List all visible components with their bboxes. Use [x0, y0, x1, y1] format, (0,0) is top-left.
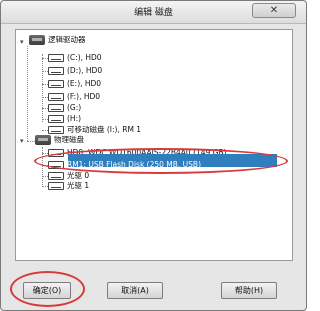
tree-group-label: 物理磁盘	[54, 135, 84, 144]
hard-drive-icon	[48, 67, 64, 75]
tree-group-logical-drives[interactable]: 逻辑驱动器	[29, 34, 86, 46]
ok-button[interactable]: 确定(O)	[23, 282, 71, 299]
hard-drive-icon	[48, 80, 64, 88]
edit-disk-dialog: 编辑 磁盘 ✕ ▾ 逻辑驱动器 (C:), HD0 (D:), HD0 (E:)…	[0, 0, 307, 311]
tree-group-physical-disks[interactable]: 物理磁盘	[35, 134, 84, 146]
tree-item-drive-d[interactable]: (D:), HD0	[48, 65, 102, 77]
optical-drive-icon	[48, 115, 64, 123]
removable-disk-icon	[48, 126, 64, 134]
tree-item-optical-drive-1[interactable]: 光驱 1	[48, 180, 89, 192]
cancel-button[interactable]: 取消(A)	[107, 282, 163, 299]
usb-disk-icon	[48, 161, 64, 169]
tree-item-drive-e[interactable]: (E:), HD0	[48, 78, 101, 90]
help-button[interactable]: 帮助(H)	[221, 282, 277, 299]
collapse-icon[interactable]: ▾	[20, 138, 27, 145]
disk-tree-panel[interactable]: ▾ 逻辑驱动器 (C:), HD0 (D:), HD0 (E:), HD0 (F…	[15, 29, 293, 261]
physical-disks-icon	[35, 135, 51, 145]
hard-disk-icon	[48, 149, 64, 157]
title-bar: 编辑 磁盘 ✕	[1, 1, 306, 24]
close-button[interactable]: ✕	[252, 3, 296, 18]
tree-group-label: 逻辑驱动器	[48, 35, 86, 44]
hard-drive-icon	[48, 54, 64, 62]
close-icon: ✕	[269, 5, 279, 16]
hard-drive-icon	[48, 93, 64, 101]
optical-drive-icon	[48, 182, 64, 190]
collapse-icon[interactable]: ▾	[20, 39, 27, 46]
optical-drive-icon	[48, 172, 64, 180]
tree-item-drive-c[interactable]: (C:), HD0	[48, 52, 102, 64]
logical-drives-icon	[29, 35, 45, 45]
optical-drive-icon	[48, 104, 64, 112]
disk-tree: ▾ 逻辑驱动器 (C:), HD0 (D:), HD0 (E:), HD0 (F…	[16, 30, 292, 260]
